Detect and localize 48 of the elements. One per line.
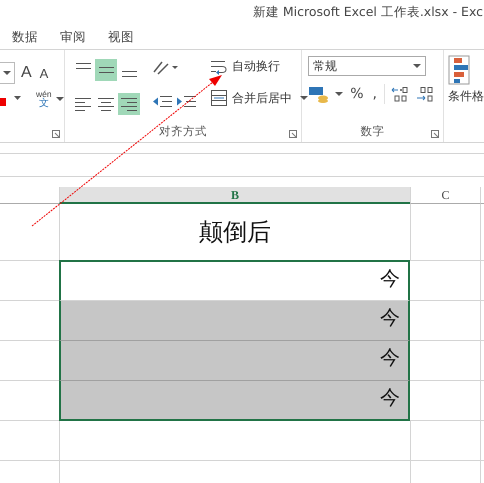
empty-cell: [410, 421, 480, 461]
increase-indent-icon: [176, 93, 198, 109]
align-icon: [98, 98, 114, 110]
table-cell: 今: [59, 301, 410, 341]
bar-chart-icon: [448, 54, 472, 86]
align-button[interactable]: [95, 59, 118, 81]
ribbon-tab[interactable]: 数据: [12, 26, 38, 48]
group-label: 对齐方式: [159, 124, 208, 138]
align-icon: [122, 71, 137, 77]
caret-icon: [56, 96, 64, 102]
caret-icon: [3, 70, 11, 76]
decrease-indent-icon: [152, 93, 174, 109]
align-icon: [121, 98, 138, 110]
group-label: 数字: [360, 124, 385, 138]
dialog-launcher-icon: [52, 130, 60, 138]
merge-center-button[interactable]: 合并后居中: [210, 87, 292, 109]
phonetic-button[interactable]: wén 文: [26, 90, 52, 108]
column-header[interactable]: C: [410, 187, 480, 204]
align-icon: [98, 67, 114, 73]
wrap-text-icon: [210, 58, 228, 74]
font-size-dropdown[interactable]: [0, 62, 15, 84]
ribbon-tab[interactable]: 视图: [108, 26, 134, 48]
increase-decimal-icon: [390, 85, 410, 103]
caret-icon: [300, 96, 308, 100]
table-cell: 颠倒后: [59, 204, 410, 261]
column-header[interactable]: B: [59, 187, 410, 204]
align-button[interactable]: [118, 93, 140, 115]
window-title: 新建 Microsoft Excel 工作表.xlsx - Exc: [252, 4, 483, 21]
number-format-dropdown[interactable]: 常规: [308, 56, 426, 76]
decrease-decimal-icon: [415, 85, 435, 103]
grow-font-button[interactable]: A: [19, 64, 34, 82]
conditional-format-button[interactable]: 条件格: [448, 54, 484, 105]
empty-cell: [410, 204, 480, 261]
currency-icon: [308, 85, 330, 103]
caret-icon: [335, 92, 344, 96]
comma-button[interactable]: ,: [370, 86, 379, 102]
align-icon: [76, 63, 91, 69]
table-cell: 今: [59, 381, 410, 421]
table-cell: 今: [59, 341, 410, 381]
dialog-launcher-icon: [431, 130, 439, 138]
percent-button[interactable]: %: [348, 86, 366, 102]
merge-cells-icon: [210, 89, 228, 107]
dialog-launcher-icon: [289, 130, 298, 138]
align-icon: [75, 98, 92, 110]
ribbon-tab[interactable]: 审阅: [60, 26, 86, 48]
caret-icon: [413, 64, 422, 68]
wrap-text-button[interactable]: 自动换行: [210, 56, 308, 77]
shrink-font-button[interactable]: A: [38, 66, 50, 80]
